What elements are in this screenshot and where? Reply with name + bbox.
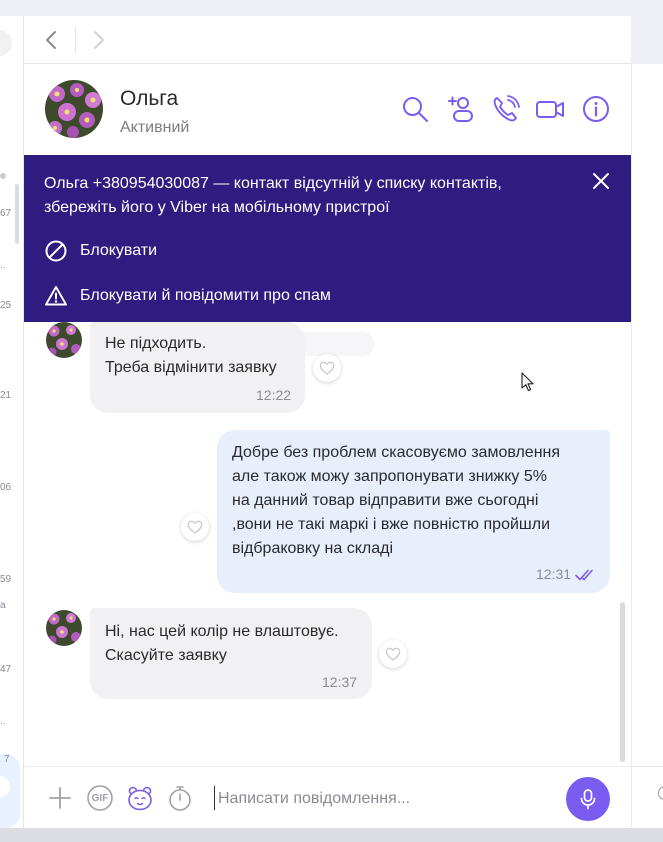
gif-label: GIF	[91, 792, 109, 804]
chat-list-time: 21	[0, 390, 12, 401]
block-button[interactable]: Блокувати	[44, 238, 157, 264]
outgoing-message[interactable]: Добре без проблем скасовуємо замовлення …	[217, 430, 610, 593]
contact-status: Активний	[120, 119, 190, 136]
unknown-contact-banner: Ольга +380954030087 — контакт відсутній …	[24, 155, 631, 322]
chat-list-text: ..	[0, 260, 6, 271]
nav-divider	[75, 26, 76, 54]
like-button[interactable]	[181, 513, 209, 541]
forward-arrow-icon[interactable]	[86, 28, 110, 52]
message-text-line: Добре без проблем скасовуємо замовлення	[232, 444, 561, 461]
banner-message: Ольга +380954030087 — контакт відсутній …	[44, 175, 502, 216]
chat-list-edge: 67 .. 25 21 06 59 a 47 .. 7	[0, 16, 24, 828]
block-label: Блокувати	[80, 242, 158, 259]
message-time: 12:22	[256, 387, 292, 403]
window-bottom-bar	[0, 828, 663, 842]
sticker-button[interactable]	[125, 783, 155, 813]
message-text-line: відбраковку на складі	[232, 540, 394, 557]
mouse-pointer-icon	[521, 372, 534, 392]
incoming-message[interactable]: Ні, нас цей колір не влаштовує. Скасуйте…	[90, 608, 372, 699]
heart-icon	[385, 647, 401, 661]
chat-list-dot	[0, 173, 6, 179]
navigation-bar	[24, 16, 631, 64]
sender-avatar[interactable]	[46, 610, 82, 646]
gif-button[interactable]: GIF	[85, 783, 115, 813]
voice-call-icon[interactable]	[491, 94, 521, 124]
search-icon[interactable]	[400, 94, 430, 124]
message-list[interactable]: Не підходить. Треба відмінити заявку 12:…	[24, 322, 631, 766]
message-text-line: Скасуйте заявку	[105, 647, 227, 664]
read-receipt-icon	[575, 569, 593, 581]
block-and-report-button[interactable]: Блокувати й повідомити про спам	[44, 283, 331, 309]
like-button[interactable]	[313, 354, 341, 382]
video-call-icon[interactable]	[535, 94, 565, 124]
add-participant-icon[interactable]	[446, 94, 476, 124]
conversation-panel: Ольга Активний Ольга +380954030087 — кон	[24, 16, 631, 828]
heart-icon	[187, 520, 203, 534]
sticker-bear-icon	[128, 786, 152, 811]
chat-list-avatar-edge	[0, 30, 12, 56]
message-time: 12:31	[536, 566, 572, 582]
message-composer: GIF	[24, 766, 631, 828]
chat-list-time: 67	[0, 208, 12, 219]
block-and-report-label: Блокувати й повідомити про спам	[80, 287, 331, 304]
side-panel-divider	[632, 766, 663, 767]
window-top-strip	[0, 0, 663, 16]
contact-avatar[interactable]	[45, 80, 103, 138]
chat-list-time: 25	[0, 300, 12, 311]
info-icon[interactable]	[581, 94, 611, 124]
heart-icon	[319, 361, 335, 375]
message-text-line: Не підходить.	[105, 335, 207, 352]
chat-list-time: 06	[0, 482, 12, 493]
plus-icon	[49, 787, 71, 809]
message-text-line: Ні, нас цей колір не влаштовує.	[105, 623, 339, 640]
timer-button[interactable]	[165, 783, 195, 813]
message-text-line: але також можу запропонувати знижку 5%	[232, 468, 547, 485]
message-scrollbar[interactable]	[620, 602, 625, 762]
message-text-line: на данний товар відправити вже сьогодні	[232, 492, 539, 509]
chat-list-text: ..	[0, 716, 6, 727]
contact-name[interactable]: Ольга	[120, 87, 178, 111]
chat-list-time: 7	[4, 754, 10, 765]
close-icon[interactable]	[589, 169, 613, 193]
text-caret	[214, 786, 215, 810]
sender-avatar[interactable]	[46, 322, 82, 358]
microphone-icon	[580, 789, 596, 810]
message-time: 12:37	[322, 674, 358, 690]
warning-icon	[45, 286, 67, 306]
incoming-message[interactable]: Не підходить. Треба відмінити заявку 12:…	[90, 322, 305, 413]
side-panel-icon[interactable]	[658, 786, 663, 800]
stopwatch-icon	[169, 786, 191, 811]
voice-message-button[interactable]	[566, 777, 610, 821]
chat-list-time: 47	[0, 664, 12, 675]
block-icon	[45, 240, 67, 262]
side-panel-edge	[631, 64, 663, 828]
chat-header: Ольга Активний	[24, 65, 631, 155]
like-button[interactable]	[379, 640, 407, 668]
back-arrow-icon[interactable]	[40, 28, 64, 52]
chat-list-time: 59	[0, 574, 12, 585]
chat-list-text: a	[0, 600, 6, 611]
message-text-line: ,вони не такі маркі і вже повністю пройш…	[232, 516, 551, 533]
attach-button[interactable]	[45, 783, 75, 813]
message-input[interactable]	[218, 784, 558, 814]
message-text-line: Треба відмінити заявку	[105, 359, 277, 376]
chat-list-scrollbar[interactable]	[15, 184, 19, 244]
